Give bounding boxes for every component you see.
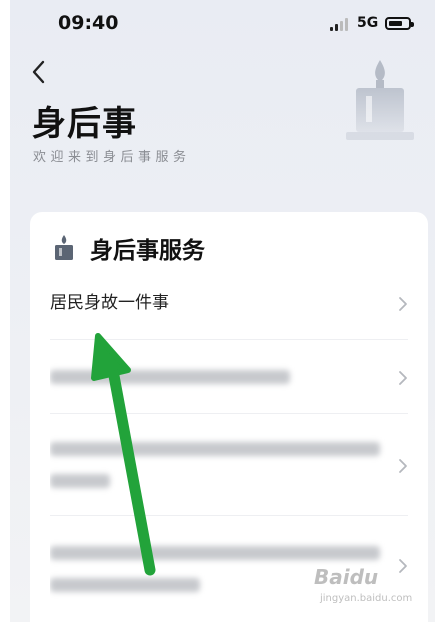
page-subtitle: 欢迎来到身后事服务	[33, 150, 191, 165]
card-header: 身后事服务	[52, 232, 205, 264]
list-item-label: 居民身故一件事	[50, 293, 169, 313]
candle-icon	[55, 235, 73, 260]
service-card: 身后事服务 居民身故一件事	[30, 212, 428, 622]
card-title: 身后事服务	[90, 238, 205, 264]
chevron-right-icon	[399, 459, 407, 473]
page-title: 身后事	[32, 104, 137, 144]
chevron-left-icon	[32, 60, 45, 84]
battery-level	[389, 21, 402, 26]
signal-icon	[330, 17, 350, 31]
candle-icon	[346, 60, 414, 140]
chevron-right-icon	[399, 371, 407, 385]
list-item[interactable]: 居民身故一件事	[50, 284, 408, 340]
phone-screen: 09:40 5G 身后事 欢迎来到身后事服务 身后事服务 居民身故一件事 Bai…	[0, 0, 435, 622]
back-button[interactable]	[28, 58, 52, 86]
watermark-brand: Baidu	[314, 565, 379, 589]
status-time: 09:40	[58, 12, 119, 34]
watermark-site: jingyan.baidu.com	[320, 593, 413, 604]
blurred-text	[50, 442, 380, 488]
network-type: 5G	[357, 15, 379, 31]
status-bar: 09:40 5G	[0, 0, 435, 52]
candle-illustration	[340, 56, 420, 146]
chevron-right-icon	[399, 297, 407, 311]
baidu-watermark: Baidu jingyan.baidu.com	[314, 565, 424, 615]
left-edge-strip	[0, 0, 10, 622]
list-item[interactable]	[50, 414, 408, 516]
battery-icon	[385, 17, 414, 30]
blurred-text	[50, 370, 290, 384]
list-item[interactable]	[50, 340, 408, 414]
